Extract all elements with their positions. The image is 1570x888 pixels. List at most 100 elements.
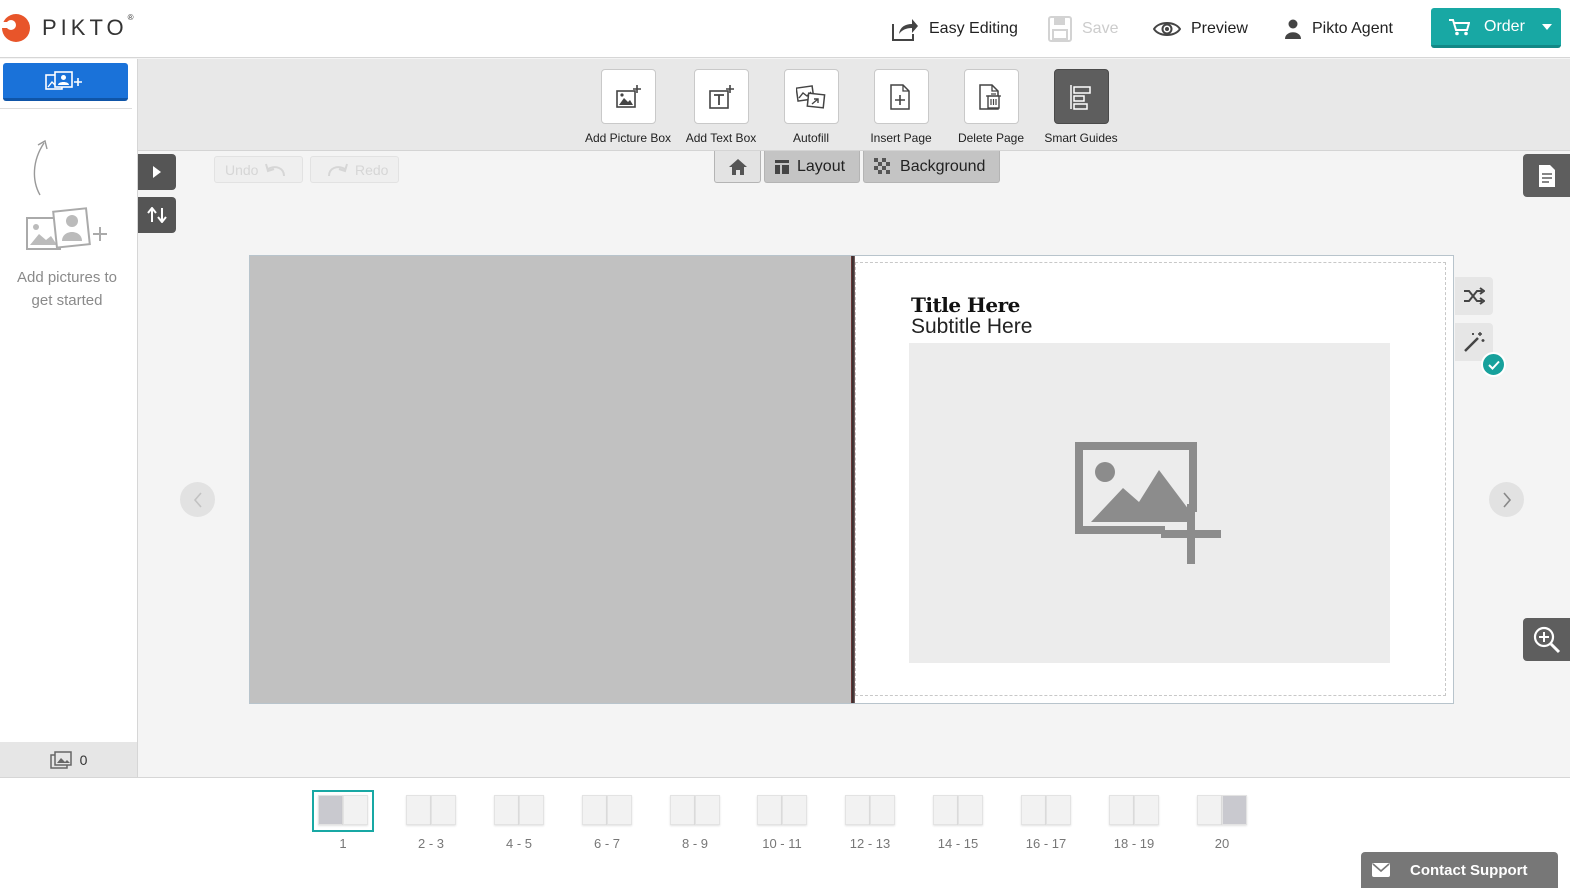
expand-panel-button[interactable] [138, 154, 176, 190]
preview-button[interactable]: Preview [1153, 13, 1248, 45]
delete-page-icon [979, 83, 1001, 110]
add-photos-button[interactable] [3, 63, 128, 101]
chevron-down-icon[interactable] [1541, 23, 1552, 30]
page-thumb[interactable]: 2 - 3 [401, 791, 461, 851]
add-picture-box-button[interactable]: Add Picture Box [583, 69, 673, 145]
page-thumb[interactable]: 1 [312, 790, 374, 851]
add-text-box-button[interactable]: Add Text Box [676, 69, 766, 145]
logo[interactable]: PIKTO® [0, 12, 134, 44]
page-thumb[interactable]: 10 - 11 [752, 791, 812, 851]
empty-photos-hint: Add pictures to get started [16, 269, 118, 309]
tab-background-label: Background [900, 157, 986, 175]
swap-arrows-icon [147, 207, 167, 223]
zoom-in-icon [1533, 626, 1560, 653]
autofill-icon [796, 84, 826, 109]
order-label: Order [1484, 17, 1525, 35]
photo-sidebar: Add pictures to get started 0 [0, 59, 138, 777]
contact-support-label: Contact Support [1410, 861, 1528, 879]
page-thumb-label: 10 - 11 [762, 836, 802, 851]
add-picture-box-label: Add Picture Box [584, 131, 672, 145]
redo-icon [328, 163, 348, 176]
curved-arrow-icon [33, 139, 48, 196]
page-thumb-label: 2 - 3 [417, 836, 444, 851]
page-thumb-label: 18 - 19 [1113, 836, 1155, 851]
page-thumb[interactable]: 16 - 17 [1016, 791, 1076, 851]
contact-support-button[interactable]: Contact Support [1361, 852, 1558, 888]
insert-page-label: Insert Page [870, 131, 932, 145]
document-icon [1538, 164, 1555, 187]
add-photos-icon [44, 70, 82, 90]
previous-page-button[interactable] [180, 482, 215, 517]
page-thumb-label: 1 [339, 836, 347, 851]
redo-label: Redo [355, 161, 389, 178]
page-thumb-label: 16 - 17 [1025, 836, 1067, 851]
delete-page-button[interactable]: Delete Page [946, 69, 1036, 145]
shuffle-icon [1464, 287, 1485, 305]
home-icon [728, 158, 747, 175]
share-icon [892, 19, 918, 41]
sidebar-divider [0, 108, 132, 109]
page-thumb[interactable]: 4 - 5 [489, 791, 549, 851]
next-page-button[interactable] [1489, 482, 1524, 517]
preview-label: Preview [1191, 20, 1248, 37]
page-settings-button[interactable] [1523, 154, 1570, 197]
page-thumb[interactable]: 20 [1192, 791, 1252, 851]
redo-button[interactable]: Redo [310, 156, 400, 183]
tab-layout-label: Layout [797, 157, 846, 175]
add-text-box-icon [709, 84, 734, 109]
pikto-logo-icon [0, 12, 32, 44]
checker-icon [874, 157, 891, 174]
insert-page-icon [890, 83, 910, 110]
canvas-tabs: Layout Background [714, 151, 1003, 183]
insert-page-button[interactable]: Insert Page [856, 69, 946, 145]
page-thumb[interactable]: 6 - 7 [577, 791, 637, 851]
right-page[interactable]: Title Here Subtitle Here [855, 256, 1453, 703]
layout-icon [775, 159, 789, 174]
play-icon [153, 166, 161, 178]
shuffle-layout-button[interactable] [1455, 277, 1493, 315]
undo-button[interactable]: Undo [214, 156, 304, 183]
undo-icon [265, 163, 286, 176]
page-thumb[interactable]: 14 - 15 [928, 791, 988, 851]
save-button[interactable]: Save [1048, 13, 1118, 45]
photo-count-bar: 0 [0, 742, 137, 777]
user-name: Pikto Agent [1312, 20, 1393, 37]
page-thumb-label: 14 - 15 [937, 836, 979, 851]
autofill-label: Autofill [792, 131, 830, 145]
page-thumb-label: 8 - 9 [681, 836, 708, 851]
photos-icon [49, 750, 72, 769]
delete-page-label: Delete Page [957, 131, 1025, 145]
left-page[interactable] [250, 256, 853, 703]
photos-placeholder-icon [26, 207, 107, 250]
page-subtitle-textbox[interactable]: Subtitle Here [911, 315, 1032, 339]
add-picture-box-icon [616, 84, 641, 108]
photo-count: 0 [79, 751, 88, 768]
save-icon [1048, 16, 1072, 42]
page-thumb[interactable]: 18 - 19 [1104, 791, 1164, 851]
home-tab[interactable] [714, 151, 761, 183]
swap-pages-button[interactable] [138, 197, 176, 233]
save-label: Save [1082, 20, 1119, 37]
autofill-button[interactable]: Autofill [766, 69, 856, 145]
page-thumb[interactable]: 8 - 9 [665, 791, 725, 851]
eye-icon [1153, 22, 1181, 36]
page-title-textbox[interactable]: Title Here [911, 293, 1020, 317]
top-bar: PIKTO® Easy Editing Save Preview Pikto A… [0, 0, 1570, 58]
envelope-icon [1372, 863, 1390, 877]
tab-layout[interactable]: Layout [764, 151, 861, 183]
zoom-button[interactable] [1523, 618, 1570, 661]
tab-background[interactable]: Background [863, 151, 1001, 183]
user-menu[interactable]: Pikto Agent [1284, 13, 1393, 45]
magic-wand-icon [1464, 332, 1485, 352]
smart-guides-button[interactable]: Smart Guides [1036, 69, 1126, 145]
easy-editing-button[interactable]: Easy Editing [891, 13, 1018, 45]
smart-guides-label: Smart Guides [1044, 131, 1118, 145]
page-thumb-label: 20 [1214, 836, 1230, 851]
page-thumb-label: 6 - 7 [593, 836, 620, 851]
picture-box[interactable] [909, 343, 1390, 663]
user-icon [1285, 19, 1301, 39]
add-text-box-label: Add Text Box [685, 131, 757, 145]
order-button[interactable]: Order [1431, 8, 1561, 48]
page-thumb[interactable]: 12 - 13 [840, 791, 900, 851]
add-picture-icon [1074, 442, 1221, 564]
